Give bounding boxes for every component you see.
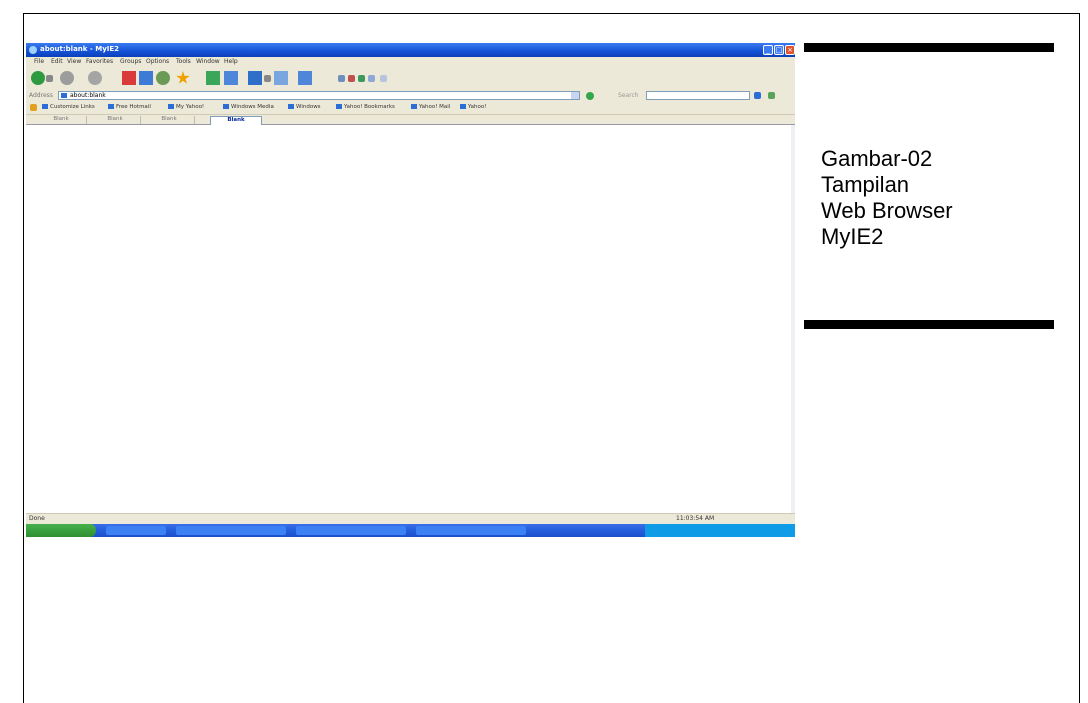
- title-bar: about:blank - MyIE2 _ □ ×: [26, 43, 795, 57]
- home-icon[interactable]: [139, 71, 153, 85]
- link-item[interactable]: My Yahoo!: [168, 104, 204, 110]
- taskbar-item[interactable]: [106, 526, 166, 535]
- myie2-logo-icon: [29, 46, 37, 54]
- menu-edit[interactable]: Edit: [51, 58, 63, 65]
- taskbar-item[interactable]: [176, 526, 286, 535]
- caption-rule-top: [804, 43, 1054, 52]
- vertical-scrollbar[interactable]: [791, 125, 795, 513]
- link-item[interactable]: Customize Links: [42, 104, 95, 110]
- block-popup-icon[interactable]: [348, 75, 355, 82]
- taskbar-item[interactable]: [296, 526, 406, 535]
- link-item[interactable]: Yahoo! Mail: [411, 104, 450, 110]
- taskbar: [26, 524, 795, 537]
- status-bar: Done 11:03:54 AM: [26, 513, 795, 524]
- new-window-icon[interactable]: [224, 71, 238, 85]
- history-icon[interactable]: [206, 71, 220, 85]
- search-web-icon[interactable]: [156, 71, 170, 85]
- search-go-icon[interactable]: [754, 92, 761, 99]
- image-icon[interactable]: [368, 75, 375, 82]
- menu-file[interactable]: File: [34, 58, 44, 65]
- favorites-icon[interactable]: [176, 71, 190, 84]
- tab-blank-2[interactable]: Blank: [90, 116, 141, 124]
- start-button[interactable]: [26, 524, 96, 537]
- minimize-icon[interactable]: _: [763, 45, 773, 55]
- figure-caption: Gambar-02 Tampilan Web Browser MyIE2: [821, 146, 1041, 250]
- tab-bar: Blank Blank Blank Blank: [26, 115, 795, 125]
- menu-options[interactable]: Options: [146, 58, 169, 65]
- page-content[interactable]: [26, 125, 791, 513]
- tab-blank-3[interactable]: Blank: [144, 116, 195, 124]
- caption-line-2: Tampilan: [821, 172, 910, 197]
- caption-line-1: Gambar-02: [821, 146, 933, 171]
- menu-window[interactable]: Window: [196, 58, 220, 65]
- menu-favorites[interactable]: Favorites: [86, 58, 113, 65]
- caption-line-4: MyIE2: [821, 224, 884, 249]
- edit-icon[interactable]: [298, 71, 312, 85]
- toolbar: [26, 67, 795, 91]
- close-icon[interactable]: ×: [785, 45, 795, 55]
- link-item[interactable]: Yahoo! Bookmarks: [336, 104, 395, 110]
- search-label: Search: [618, 92, 639, 99]
- print-icon[interactable]: [274, 71, 288, 85]
- menu-bar: File Edit View Favorites Groups Options …: [26, 57, 795, 67]
- stop-icon[interactable]: [122, 71, 136, 85]
- tool-icon[interactable]: [380, 75, 387, 82]
- taskbar-item[interactable]: [416, 526, 526, 535]
- maximize-icon[interactable]: □: [774, 45, 784, 55]
- menu-help[interactable]: Help: [224, 58, 238, 65]
- address-dropdown-icon[interactable]: [571, 92, 579, 99]
- link-item[interactable]: Yahoo!: [460, 104, 486, 110]
- address-value: about:blank: [70, 92, 106, 99]
- address-bar: Address about:blank Search: [26, 90, 795, 102]
- go-icon[interactable]: [586, 92, 594, 100]
- page-icon: [61, 93, 67, 98]
- link-item[interactable]: Windows Media: [223, 104, 274, 110]
- refresh-icon[interactable]: [88, 71, 102, 85]
- mail-icon[interactable]: [248, 71, 262, 85]
- zoom-icon[interactable]: [338, 75, 345, 82]
- caption-rule-bottom: [804, 320, 1054, 329]
- highlight-icon[interactable]: [768, 92, 775, 99]
- address-label: Address: [29, 92, 53, 99]
- browser-screenshot: about:blank - MyIE2 _ □ × File Edit View…: [26, 43, 795, 537]
- back-icon[interactable]: [31, 71, 45, 85]
- address-input[interactable]: about:blank: [58, 91, 580, 100]
- tab-blank-active[interactable]: Blank: [210, 116, 262, 125]
- status-clock: 11:03:54 AM: [676, 515, 715, 522]
- forward-icon[interactable]: [60, 71, 74, 85]
- back-dropdown-icon[interactable]: [46, 75, 53, 82]
- window-title: about:blank - MyIE2: [40, 45, 120, 53]
- menu-view[interactable]: View: [67, 58, 81, 65]
- links-bar: Customize Links Free Hotmail My Yahoo! W…: [26, 102, 795, 115]
- mail-dropdown-icon[interactable]: [264, 75, 271, 82]
- menu-tools[interactable]: Tools: [176, 58, 191, 65]
- menu-groups[interactable]: Groups: [120, 58, 141, 65]
- link-item[interactable]: Windows: [288, 104, 321, 110]
- link-item[interactable]: Free Hotmail: [108, 104, 151, 110]
- links-folder-icon: [30, 104, 37, 111]
- search-input[interactable]: [646, 91, 750, 100]
- status-text: Done: [29, 515, 45, 522]
- system-tray: [645, 524, 795, 537]
- flash-icon[interactable]: [358, 75, 365, 82]
- caption-line-3: Web Browser: [821, 198, 953, 223]
- tab-blank-1[interactable]: Blank: [36, 116, 87, 124]
